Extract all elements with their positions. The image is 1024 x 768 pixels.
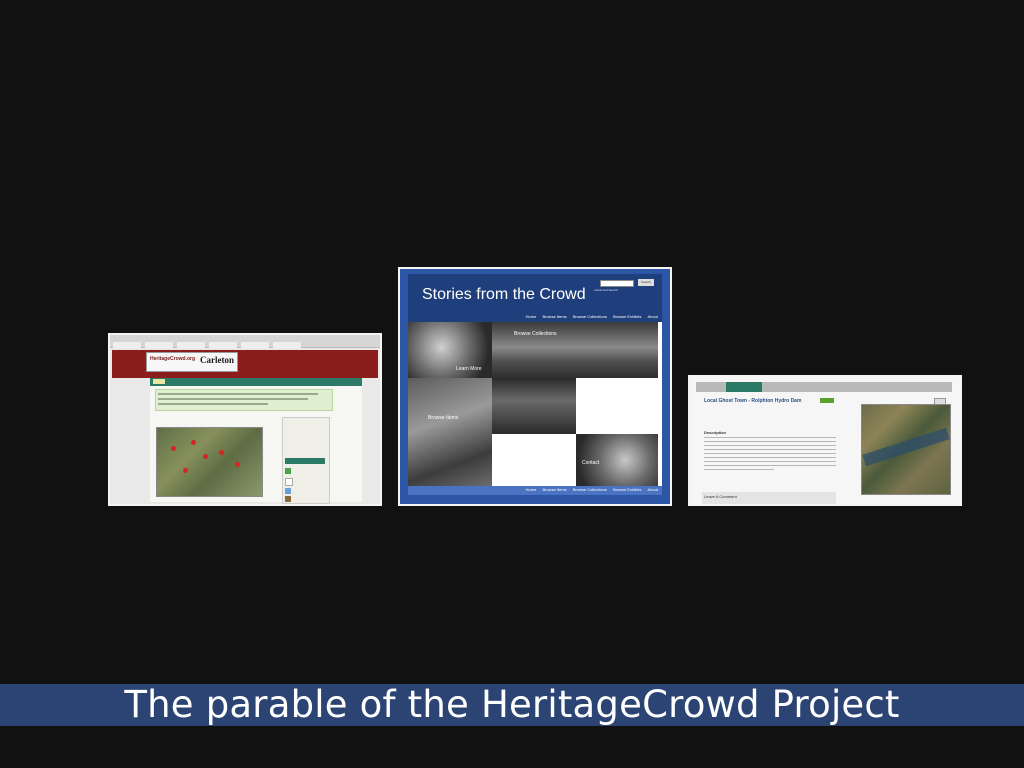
text-line (158, 403, 268, 405)
report-nav (696, 382, 952, 392)
text-line (704, 457, 836, 459)
omeka-footer: Home Browse Items Browse Collections Bro… (408, 486, 662, 495)
category-item (285, 468, 325, 474)
elder-portrait-tile: Contact (576, 434, 658, 486)
nav-browse-items: Browse Items (542, 314, 567, 319)
category-item (285, 488, 325, 494)
site-title: Stories from the Crowd (422, 286, 586, 303)
learn-more-label: Learn More (456, 366, 482, 372)
slide-caption: The parable of the HeritageCrowd Project (124, 683, 900, 726)
map-pin (191, 440, 196, 445)
river-photo-tile: Browse Collections (492, 322, 658, 378)
footer-nav: Home Browse Items Browse Collections Bro… (521, 487, 658, 492)
report-map (861, 404, 951, 495)
browser-tab (273, 342, 301, 348)
browse-collections-label: Browse Collections (514, 331, 557, 337)
text-line (704, 445, 836, 447)
category-item (285, 496, 325, 502)
nav-home: Home (525, 314, 537, 319)
map-pin (235, 462, 240, 467)
university-logo-text: Carleton (200, 355, 234, 365)
map-pin (203, 454, 208, 459)
browser-tab (177, 342, 205, 348)
main-nav: Home Browse Items Browse Collections Bro… (521, 314, 658, 319)
comment-heading: Leave A Comment (704, 494, 737, 499)
sidebar (282, 417, 330, 504)
category-item (285, 458, 325, 464)
incident-map (156, 427, 263, 497)
browse-items-label: Browse Items (428, 415, 459, 421)
portrait-photo-tile: Learn More (408, 322, 492, 378)
description-heading: Description (704, 430, 727, 435)
browser-tab-bar (110, 335, 380, 348)
text-line (158, 393, 318, 395)
stories-from-the-crowd-screenshot: Stories from the Crowd Search Advanced S… (398, 267, 672, 506)
site-logo-text: HeritageCrowd.org (150, 356, 196, 362)
browser-tab (113, 342, 141, 348)
text-line (704, 441, 836, 443)
heritagecrowd-site-screenshot: HeritageCrowd.org Carleton (108, 333, 382, 506)
tile-grid: Learn More Browse Collections Browse Ite… (408, 322, 662, 486)
ushahidi-report-screenshot: Local Ghost Town - Rolphton Hydro Dam De… (688, 375, 962, 506)
site-logo: HeritageCrowd.org Carleton (146, 352, 238, 372)
browser-tab (241, 342, 269, 348)
footer-nav-browse-exhibits: Browse Exhibits (612, 487, 642, 492)
advanced-search-link: Advanced Search (594, 288, 618, 292)
nav-contributions-tab (726, 382, 762, 392)
map-pin (171, 446, 176, 451)
map-pin (219, 450, 224, 455)
people-photo-tile (492, 378, 576, 434)
text-line (704, 453, 836, 455)
text-line (704, 469, 774, 471)
text-line (158, 398, 308, 400)
search-input (600, 280, 634, 287)
nav-browse-collections: Browse Collections (572, 314, 607, 319)
omeka-header: Stories from the Crowd Search Advanced S… (408, 274, 662, 322)
river-overlay (862, 427, 950, 467)
text-line (704, 449, 836, 451)
footer-nav-about: About (647, 487, 658, 492)
browser-tab (145, 342, 173, 348)
site-navbar (150, 378, 362, 386)
text-line (704, 461, 836, 463)
text-line (704, 465, 836, 467)
footer-nav-browse-collections: Browse Collections (572, 487, 607, 492)
verified-badge (820, 398, 834, 403)
search-button: Search (638, 279, 654, 286)
nav-about: About (647, 314, 658, 319)
contact-label: Contact (582, 460, 600, 466)
footer-nav-browse-items: Browse Items (542, 487, 567, 492)
footer-nav-home: Home (525, 487, 537, 492)
trees-photo-tile: Browse Items (408, 378, 492, 486)
category-item (285, 478, 325, 486)
text-line (704, 437, 836, 439)
map-pin (183, 468, 188, 473)
report-title: Local Ghost Town - Rolphton Hydro Dam (704, 398, 802, 404)
browser-tab (209, 342, 237, 348)
nav-browse-exhibits: Browse Exhibits (612, 314, 642, 319)
nav-home-tab (153, 379, 165, 384)
